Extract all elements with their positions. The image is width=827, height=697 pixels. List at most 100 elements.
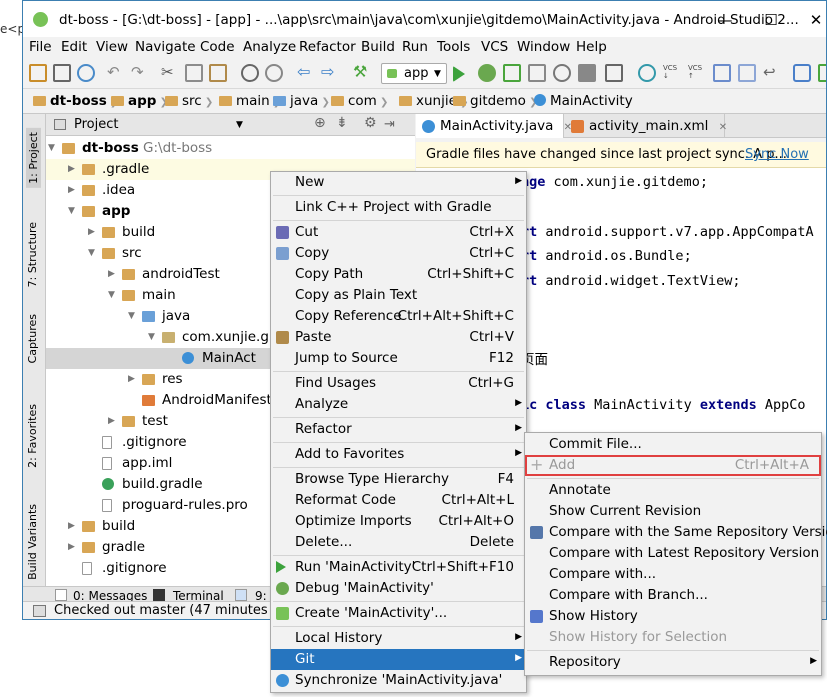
vcs-commit-icon[interactable]: VCS ↑ — [688, 64, 706, 82]
open-icon[interactable] — [29, 64, 47, 82]
chevron-down-icon[interactable]: ▼ — [236, 120, 243, 130]
tool-tab-2-favorites[interactable]: 2: Favorites — [26, 404, 39, 468]
breadcrumb-item-main[interactable]: main ❯ — [219, 93, 281, 109]
menu-item-browse-type-hierarchy[interactable]: Browse Type Hierarchy F4 — [271, 469, 526, 490]
menu-tools[interactable]: Tools — [437, 39, 470, 55]
find-icon[interactable] — [241, 64, 259, 82]
menu-item-analyze[interactable]: Analyze ▶ — [271, 394, 526, 415]
paste-icon[interactable] — [209, 64, 227, 82]
menu-item-commit-file[interactable]: Commit File... — [525, 434, 821, 455]
revert-icon[interactable]: ↩ — [763, 64, 781, 82]
redo-icon[interactable]: ↷ — [131, 64, 149, 82]
tab-activity-main[interactable]: activity_main.xml ✕ — [565, 114, 727, 138]
menu-item-link-c-project-with-gradle[interactable]: Link C++ Project with Gradle — [271, 197, 526, 218]
forward-icon[interactable]: ⇨ — [321, 64, 339, 82]
run-icon[interactable] — [453, 66, 465, 82]
tab-mainactivity[interactable]: MainActivity.java ✕ — [416, 114, 572, 138]
chevron-right-icon[interactable]: ▶ — [108, 269, 115, 279]
menu-item-refactor[interactable]: Refactor ▶ — [271, 419, 526, 440]
breadcrumb-item-gitdemo[interactable]: gitdemo ❯ — [453, 93, 537, 109]
menu-item-compare-with[interactable]: Compare with... — [525, 564, 821, 585]
avd-icon[interactable] — [818, 64, 826, 82]
device-icon[interactable] — [605, 64, 623, 82]
breadcrumb-item-app[interactable]: app ❯ — [111, 93, 168, 109]
chevron-right-icon[interactable]: ▶ — [68, 542, 75, 552]
breadcrumb-item-java[interactable]: java ❯ — [273, 93, 330, 109]
breadcrumb-item-src[interactable]: src ❯ — [165, 93, 213, 109]
history-icon[interactable] — [713, 64, 731, 82]
menu-file[interactable]: File — [29, 39, 52, 55]
close-tab-icon[interactable]: ✕ — [719, 122, 727, 133]
breadcrumb-item-mainactivity[interactable]: MainActivity — [534, 93, 633, 109]
menu-item-delete[interactable]: Delete... Delete — [271, 532, 526, 553]
menu-item-repository[interactable]: Repository ▶ — [525, 652, 821, 673]
menu-item-copy[interactable]: Copy Ctrl+C — [271, 243, 526, 264]
replace-icon[interactable] — [265, 64, 283, 82]
menu-item-cut[interactable]: Cut Ctrl+X — [271, 222, 526, 243]
menu-edit[interactable]: Edit — [61, 39, 87, 55]
menu-item-git[interactable]: Git ▶ — [271, 649, 526, 670]
save-icon[interactable] — [53, 64, 71, 82]
chevron-down-icon[interactable]: ▼ — [108, 290, 115, 300]
breadcrumb-item-dt-boss[interactable]: dt-boss ❯ — [33, 93, 118, 109]
menu-item-find-usages[interactable]: Find Usages Ctrl+G — [271, 373, 526, 394]
make-icon[interactable]: ⚒ — [353, 64, 371, 82]
menu-item-compare-with-branch[interactable]: Compare with Branch... — [525, 585, 821, 606]
chevron-right-icon[interactable]: ▶ — [108, 416, 115, 426]
menu-item-synchronize-mainactivity-java[interactable]: Synchronize 'MainActivity.java' — [271, 670, 526, 691]
sdk-manager-icon[interactable] — [793, 64, 811, 82]
menu-item-paste[interactable]: Paste Ctrl+V — [271, 327, 526, 348]
menu-item-run-mainactivity[interactable]: Run 'MainActivity' Ctrl+Shift+F10 — [271, 557, 526, 578]
menu-item-new[interactable]: New ▶ — [271, 172, 526, 193]
minimize-button[interactable]: — — [710, 5, 740, 35]
copy-icon[interactable] — [185, 64, 203, 82]
chevron-right-icon[interactable]: ▶ — [68, 185, 75, 195]
vcs-update-icon[interactable]: VCS ↓ — [663, 64, 681, 82]
menu-item-compare-with-the-same-repository-version[interactable]: Compare with the Same Repository Version — [525, 522, 827, 543]
rerun-icon[interactable] — [553, 64, 571, 82]
gear-icon[interactable]: ⚙ — [364, 115, 377, 131]
menu-item-jump-to-source[interactable]: Jump to Source F12 — [271, 348, 526, 369]
hide-icon[interactable]: ⇥ — [384, 117, 395, 132]
stop-icon[interactable] — [578, 64, 596, 82]
chevron-down-icon[interactable]: ▼ — [88, 248, 95, 258]
menu-vcs[interactable]: VCS — [481, 39, 508, 55]
undo-icon[interactable]: ↶ — [107, 64, 125, 82]
menu-run[interactable]: Run — [402, 39, 428, 55]
tree-item-dt-boss[interactable]: ▼ dt-boss G:\dt-boss — [46, 138, 415, 159]
chevron-right-icon[interactable]: ▶ — [88, 227, 95, 237]
menu-item-add-to-favorites[interactable]: Add to Favorites ▶ — [271, 444, 526, 465]
menu-view[interactable]: View — [96, 39, 128, 55]
compare-icon[interactable] — [738, 64, 756, 82]
project-panel-title[interactable]: Project — [74, 117, 118, 132]
menu-item-debug-mainactivity[interactable]: Debug 'MainActivity' — [271, 578, 526, 599]
menu-item-show-history[interactable]: Show History — [525, 606, 821, 627]
sync-now-link[interactable]: Sync Now — [745, 147, 809, 162]
close-button[interactable]: ✕ — [801, 5, 826, 35]
menu-item-reformat-code[interactable]: Reformat Code Ctrl+Alt+L — [271, 490, 526, 511]
menu-item-optimize-imports[interactable]: Optimize Imports Ctrl+Alt+O — [271, 511, 526, 532]
menu-item-annotate[interactable]: Annotate — [525, 480, 821, 501]
menu-build[interactable]: Build — [361, 39, 395, 55]
chevron-right-icon[interactable]: ▶ — [128, 374, 135, 384]
chevron-down-icon[interactable]: ▼ — [128, 311, 135, 321]
back-icon[interactable]: ⇦ — [297, 64, 315, 82]
tool-tab-7-structure[interactable]: 7: Structure — [26, 222, 39, 287]
target-icon[interactable]: ⊕ — [314, 115, 326, 131]
cut-icon[interactable]: ✂ — [161, 64, 179, 82]
menu-item-copy-reference[interactable]: Copy Reference Ctrl+Alt+Shift+C — [271, 306, 526, 327]
menu-item-create-mainactivity[interactable]: Create 'MainActivity'... — [271, 603, 526, 624]
menu-item-show-current-revision[interactable]: Show Current Revision — [525, 501, 821, 522]
chevron-right-icon[interactable]: ▶ — [68, 521, 75, 531]
sync-icon[interactable] — [77, 64, 95, 82]
chevron-down-icon[interactable]: ▼ — [48, 143, 55, 153]
menu-item-compare-with-latest-repository-version[interactable]: Compare with Latest Repository Version — [525, 543, 821, 564]
maximize-button[interactable]: ☐ — [756, 5, 786, 35]
coverage-icon[interactable] — [503, 64, 521, 82]
menu-item-local-history[interactable]: Local History ▶ — [271, 628, 526, 649]
debug-icon[interactable] — [478, 64, 496, 82]
tool-tab-build-variants[interactable]: Build Variants — [26, 504, 39, 580]
menu-help[interactable]: Help — [576, 39, 607, 55]
menu-item-copy-path[interactable]: Copy Path Ctrl+Shift+C — [271, 264, 526, 285]
tool-tab-1-project[interactable]: 1: Project — [26, 128, 41, 188]
